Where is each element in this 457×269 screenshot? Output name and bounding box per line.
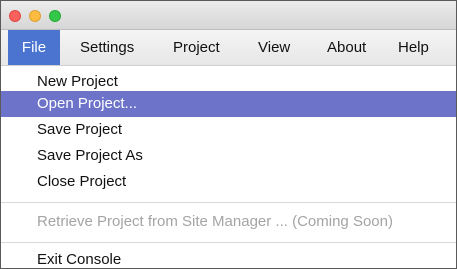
menu-item-close-project[interactable]: Close Project — [1, 169, 456, 195]
menu-item-retrieve-project: Retrieve Project from Site Manager ... (… — [37, 213, 393, 230]
menu-item-open-project[interactable]: Open Project... — [1, 91, 456, 117]
menu-project[interactable]: Project — [173, 30, 220, 65]
menu-separator — [1, 202, 456, 203]
file-menu-dropdown: New Project Open Project... Save Project… — [1, 66, 456, 268]
menu-separator — [1, 242, 456, 243]
menu-item-save-project-as[interactable]: Save Project As — [1, 143, 456, 169]
menu-settings[interactable]: Settings — [80, 30, 134, 65]
menu-item-exit-console[interactable]: Exit Console — [1, 247, 456, 268]
menu-view[interactable]: View — [258, 30, 290, 65]
close-window-button[interactable] — [9, 10, 21, 22]
menu-item-save-project[interactable]: Save Project — [1, 117, 456, 143]
menu-bar: File Settings Project View About Help — [1, 30, 456, 66]
menu-about[interactable]: About — [327, 30, 366, 65]
app-window: File Settings Project View About Help Ne… — [0, 0, 457, 269]
menu-file[interactable]: File — [8, 30, 60, 65]
minimize-window-button[interactable] — [29, 10, 41, 22]
maximize-window-button[interactable] — [49, 10, 61, 22]
title-bar — [1, 1, 456, 30]
menu-help[interactable]: Help — [398, 30, 429, 65]
